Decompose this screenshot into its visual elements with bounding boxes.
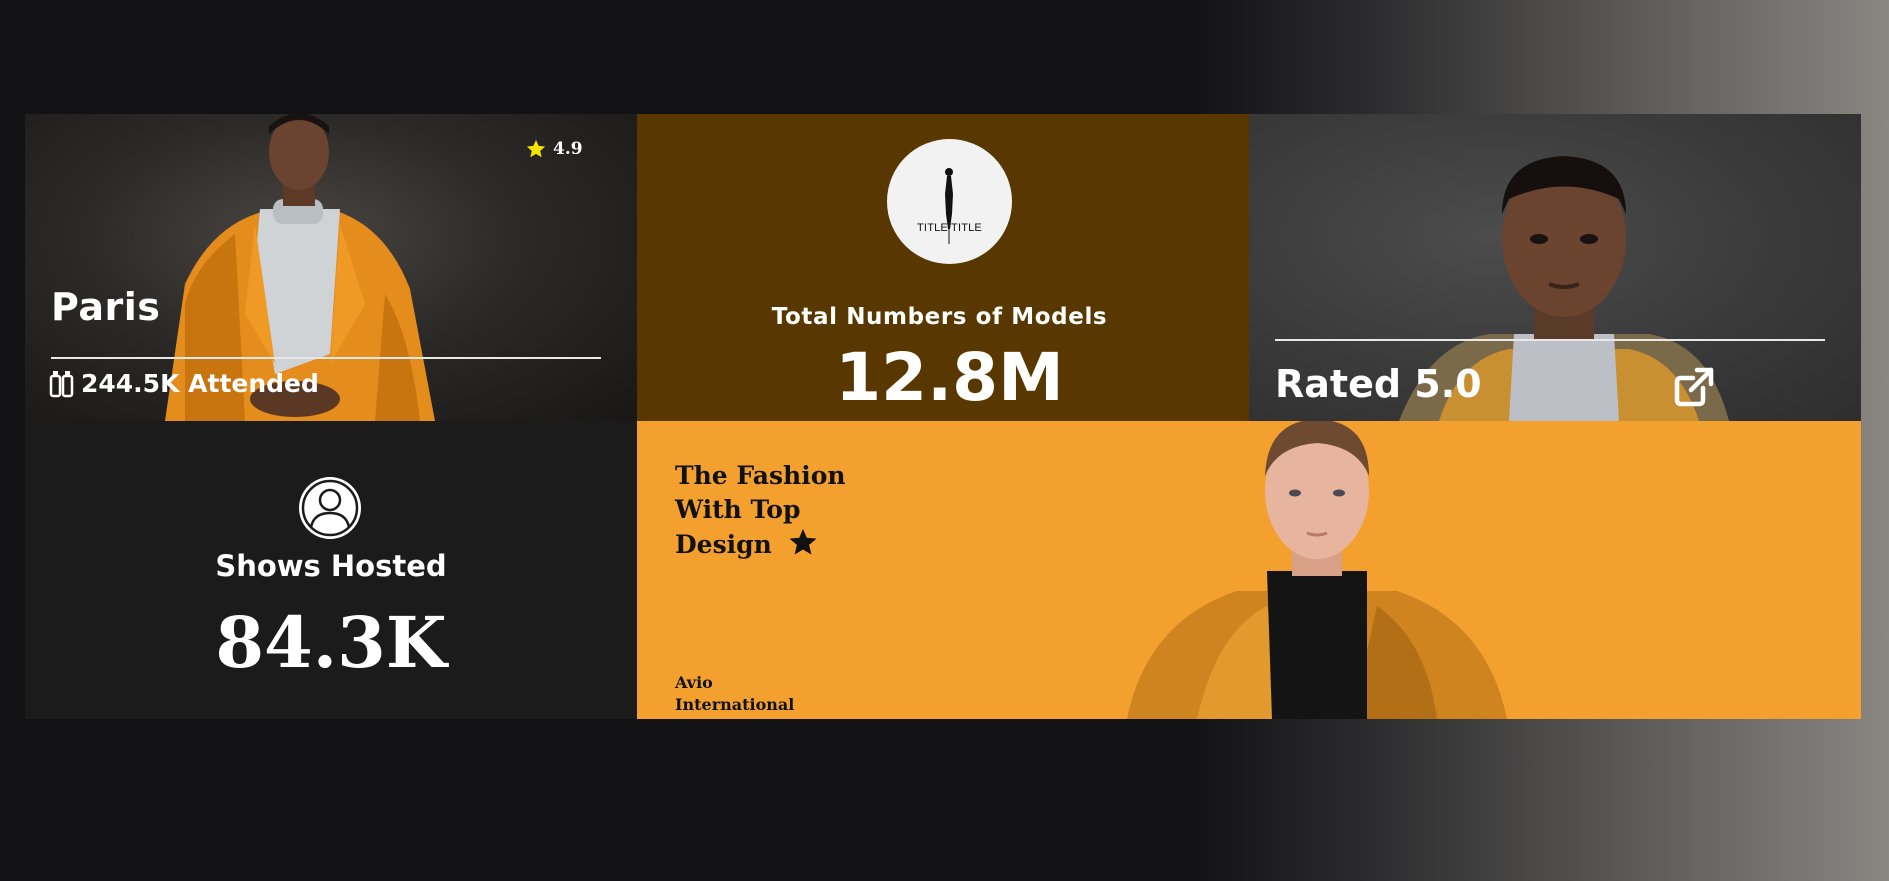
banner-headline: The Fashion With Top Design — [675, 459, 875, 562]
star-icon — [526, 139, 546, 158]
headline-line-1: The Fashion — [675, 461, 846, 490]
models-label: Total Numbers of Models — [771, 304, 1108, 330]
city-title: Paris — [51, 285, 161, 329]
rating-value: 4.9 — [553, 139, 583, 159]
paris-card[interactable]: 4.9 Paris 244.5K Attended — [25, 114, 637, 421]
model-photo-camel-coat — [1127, 421, 1507, 719]
brand-line-1: Avio — [675, 673, 713, 692]
divider — [51, 357, 601, 359]
rated-text: Rated 5.0 — [1275, 362, 1482, 406]
attended-stat: 244.5K Attended — [49, 369, 319, 398]
external-link-icon[interactable] — [1673, 366, 1715, 408]
attended-value: 244.5K Attended — [81, 369, 319, 398]
brand-name: Avio International — [675, 672, 835, 716]
headline-line-2: With Top — [675, 495, 801, 524]
models-value: 12.8M — [835, 339, 1064, 416]
brand-line-2: International — [675, 695, 795, 714]
user-icon — [299, 477, 361, 539]
fashion-banner[interactable]: The Fashion With Top Design Avio Interna… — [637, 421, 1861, 719]
stats-grid: 4.9 Paris 244.5K Attended TITLE TITLE To… — [25, 114, 1861, 719]
shows-label: Shows Hosted — [215, 549, 447, 583]
star-icon — [789, 528, 817, 555]
rated-card[interactable]: Rated 5.0 — [1249, 114, 1861, 421]
ticket-icon — [49, 370, 74, 397]
shows-value: 84.3K — [215, 601, 447, 684]
rating-badge: 4.9 — [525, 138, 583, 160]
brand-logo: TITLE TITLE — [887, 139, 1012, 264]
model-silhouette-icon — [945, 168, 953, 244]
shows-card[interactable]: Shows Hosted 84.3K — [25, 421, 637, 719]
headline-line-3: Design — [675, 530, 772, 559]
models-card[interactable]: TITLE TITLE Total Numbers of Models 12.8… — [637, 114, 1249, 421]
headline-line-3-row: Design — [675, 527, 875, 562]
divider — [1275, 339, 1825, 341]
logo-text: TITLE TITLE — [917, 222, 982, 234]
